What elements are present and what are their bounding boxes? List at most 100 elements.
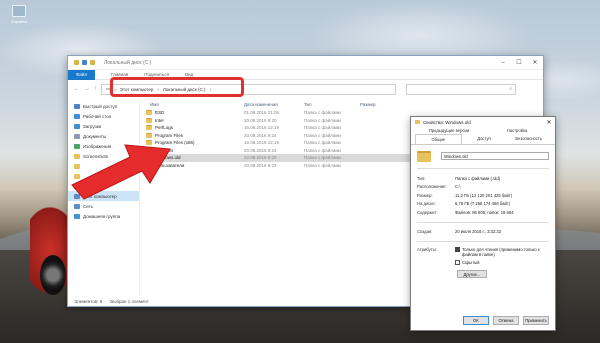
column-header-name[interactable]: Имя: [140, 102, 244, 107]
prop-label: Расположение:: [417, 184, 447, 190]
prop-label: Создан:: [417, 229, 433, 235]
file-date: 20.08.2015 9:20: [244, 117, 277, 123]
prop-row: На диске: 6,75 ГБ (7 258 174 456 байт): [417, 200, 549, 209]
divider: [417, 168, 549, 169]
ok-button[interactable]: OK: [463, 316, 489, 325]
address-highlight-frame: [110, 77, 244, 97]
prop-row: Содержит: Файлов: 86 605; папок: 19 684: [417, 208, 549, 217]
divider: [417, 241, 549, 242]
hidden-checkbox[interactable]: Скрытый: [455, 260, 549, 265]
file-type: Папка с файлами: [304, 147, 341, 153]
attributes-row: Атрибуты: Только для чтения (применимо т…: [417, 247, 549, 268]
column-header-date[interactable]: Дата изменения: [244, 102, 304, 107]
status-item-count: Элементов: 8: [74, 298, 103, 304]
sidebar-item-network[interactable]: Сеть: [68, 201, 139, 211]
attribute-checks: Только для чтения (применимо только к фа…: [455, 247, 549, 268]
file-name: Intel: [155, 117, 164, 123]
sidebar-item-homegroup[interactable]: Домашняя группа: [68, 211, 139, 221]
download-icon: [74, 123, 80, 129]
back-arrow-icon[interactable]: ←: [74, 86, 80, 92]
maximize-button[interactable]: ☐: [511, 56, 527, 69]
file-date: 20.08.2016 9:24: [244, 132, 277, 138]
apply-button[interactable]: Применить: [523, 316, 549, 325]
file-date: 20.08.2016 9:20: [244, 155, 277, 161]
sidebar-item-desktop[interactable]: Рабочий стол: [68, 111, 139, 121]
dialog-titlebar[interactable]: Свойства: Windows.old ✕: [411, 117, 555, 127]
dialog-content: Windows.old Тип: Папка с файлами (.old) Р…: [411, 145, 555, 282]
prop-row: Размер: 11,2 ГБ (12 120 201 425 байт): [417, 191, 549, 200]
red-arrow-annotation: [71, 144, 171, 200]
prop-label: Содержит:: [417, 209, 438, 215]
folder-icon: [417, 150, 431, 162]
sidebar-item-label: Сеть: [83, 203, 94, 209]
tab-general[interactable]: Общие: [415, 134, 462, 144]
forward-arrow-icon[interactable]: →: [84, 86, 90, 92]
file-type: Папка с файлами: [304, 132, 341, 138]
folder-icon: [146, 125, 152, 131]
prop-label: Тип:: [417, 175, 426, 181]
file-date: 01.08.2016 21:06: [244, 110, 280, 116]
sidebar-item-label: Домашняя группа: [83, 213, 121, 219]
search-input[interactable]: ⌕: [406, 83, 516, 95]
prop-value: 6,75 ГБ (7 258 174 456 байт): [455, 201, 511, 207]
sidebar-item-downloads[interactable]: Загрузки: [68, 121, 139, 131]
prop-value: 11,2 ГБ (12 120 201 425 байт): [455, 192, 513, 198]
explorer-titlebar[interactable]: Локальный диск (C:) – ☐ ✕: [68, 56, 543, 70]
tab-sharing[interactable]: Доступ: [462, 134, 507, 144]
prop-value: 20 июля 2016 г., 3:32:32: [455, 229, 502, 235]
dialog-tabs: Общие Доступ Безопасность: [411, 134, 555, 145]
folder-icon: [146, 117, 152, 123]
properties-icon[interactable]: [82, 60, 87, 65]
other-attributes-button[interactable]: Другие...: [457, 270, 487, 278]
car-wheel: [40, 255, 66, 295]
homegroup-icon: [74, 213, 80, 219]
recycle-bin-desktop-icon[interactable]: Корзина: [8, 5, 30, 24]
file-type: Папка с файлами: [304, 125, 341, 131]
name-row: Windows.old: [417, 149, 549, 163]
file-type: Папка с файлами: [304, 110, 341, 116]
prop-value: Файлов: 86 605; папок: 19 684: [455, 209, 514, 215]
dialog-title: Свойства: Windows.old: [423, 119, 471, 125]
close-button[interactable]: ✕: [527, 56, 543, 69]
up-arrow-icon[interactable]: ↑: [94, 86, 97, 92]
network-icon: [74, 203, 80, 209]
recycle-bin-icon: [12, 5, 26, 17]
prop-value: Папка с файлами (.old): [455, 175, 501, 181]
column-header-type[interactable]: Тип: [304, 102, 360, 107]
folder-name-value: Windows.old: [444, 153, 468, 159]
tab-customize[interactable]: Настройка: [483, 127, 551, 134]
sidebar-item-quick-access[interactable]: Быстрый доступ: [68, 101, 139, 111]
sidebar-item-label: Загрузки: [83, 123, 102, 129]
folder-icon: [74, 60, 79, 65]
new-folder-icon[interactable]: [90, 60, 95, 65]
dialog-tabs-top: Предыдущие версии Настройка: [411, 127, 555, 134]
prop-label: На диске:: [417, 201, 436, 207]
column-header-size[interactable]: Размер: [360, 102, 400, 107]
hidden-label: Скрытый: [462, 260, 480, 265]
checkbox-unchecked[interactable]: [455, 260, 460, 265]
tab-file[interactable]: Файл: [68, 69, 96, 80]
properties-dialog: Свойства: Windows.old ✕ Предыдущие верси…: [410, 116, 556, 331]
column-headers: Имя Дата изменения Тип Размер: [140, 99, 543, 109]
file-name: PerfLogs: [155, 125, 174, 131]
tab-previous-versions[interactable]: Предыдущие версии: [415, 127, 483, 134]
prop-value: C:\: [455, 184, 461, 190]
status-selected: Выбран 1 элемент: [110, 298, 149, 304]
file-type: Папка с файлами: [304, 117, 341, 123]
attributes-label: Атрибуты:: [417, 247, 437, 252]
window-controls: – ☐ ✕: [495, 56, 543, 69]
tab-security[interactable]: Безопасность: [506, 134, 551, 144]
cancel-button[interactable]: Отмена: [493, 316, 519, 325]
search-icon: ⌕: [509, 86, 512, 92]
readonly-label: Только для чтения (применимо только к фа…: [462, 247, 540, 257]
prop-label: Размер:: [417, 192, 433, 198]
folder-icon: [415, 120, 420, 124]
folder-name-field[interactable]: Windows.old: [441, 152, 549, 160]
readonly-checkbox[interactable]: Только для чтения (применимо только к фа…: [455, 247, 549, 257]
file-date: 16.08.2016 12:19: [244, 125, 280, 131]
recycle-bin-label: Корзина: [11, 19, 27, 24]
checkbox-indeterminate[interactable]: [455, 247, 460, 252]
prop-row: Тип: Папка с файлами (.old): [417, 174, 549, 183]
close-button[interactable]: ✕: [543, 119, 555, 126]
minimize-button[interactable]: –: [495, 56, 511, 69]
